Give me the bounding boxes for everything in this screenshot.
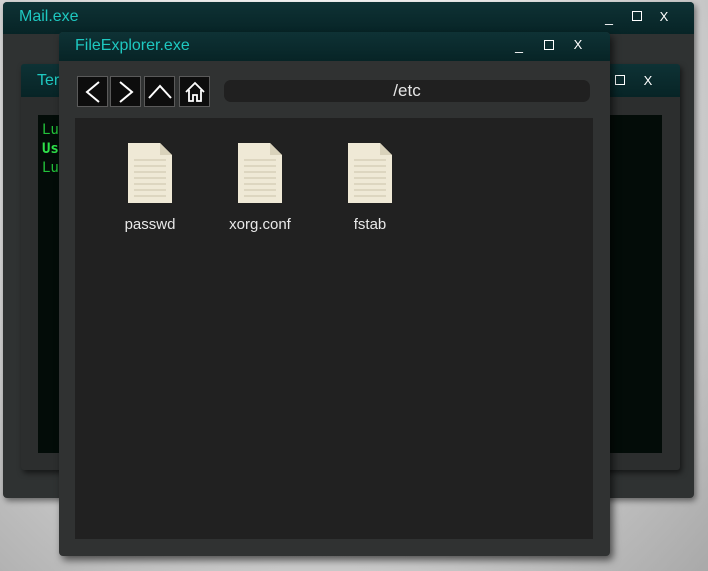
chevron-left-icon [84, 80, 100, 103]
mail-window-title: Mail.exe [19, 8, 79, 25]
home-button[interactable] [179, 76, 210, 107]
file-item-xorg-conf[interactable]: xorg.conf [210, 142, 310, 233]
file-explorer-titlebar[interactable]: FileExplorer.exe _ X [59, 32, 610, 61]
file-name: passwd [124, 216, 176, 233]
file-item-fstab[interactable]: fstab [320, 142, 420, 233]
file-name: fstab [353, 216, 387, 233]
path-bar[interactable]: /etc [224, 80, 590, 102]
terminal-line: Us [42, 141, 59, 157]
chevron-up-icon [147, 84, 172, 99]
terminal-line: Lu [42, 122, 59, 138]
file-explorer-close-button[interactable]: X [570, 38, 586, 51]
back-button[interactable] [77, 76, 108, 107]
file-explorer-window[interactable]: FileExplorer.exe _ X /etc passwd xorg.co… [59, 32, 610, 556]
terminal-maximize-button[interactable] [615, 75, 625, 85]
file-item-passwd[interactable]: passwd [100, 142, 200, 233]
file-list-pane[interactable]: passwd xorg.conf fstab [75, 118, 593, 539]
mail-maximize-button[interactable] [632, 11, 642, 21]
terminal-window-title: Ter [37, 72, 60, 89]
chevron-right-icon [118, 80, 134, 103]
mail-close-button[interactable]: X [656, 10, 672, 23]
file-explorer-maximize-button[interactable] [544, 40, 554, 50]
terminal-close-button[interactable]: X [640, 74, 656, 87]
document-icon [348, 143, 392, 203]
file-explorer-minimize-button[interactable]: _ [511, 38, 527, 52]
file-name: xorg.conf [229, 216, 291, 233]
mail-minimize-button[interactable]: _ [601, 10, 617, 24]
file-explorer-window-title: FileExplorer.exe [75, 37, 190, 54]
home-icon [184, 81, 205, 102]
document-icon [238, 143, 282, 203]
up-button[interactable] [144, 76, 175, 107]
mail-titlebar[interactable]: Mail.exe _ X [3, 2, 694, 34]
terminal-line: Lu [42, 160, 59, 176]
document-icon [128, 143, 172, 203]
forward-button[interactable] [110, 76, 141, 107]
